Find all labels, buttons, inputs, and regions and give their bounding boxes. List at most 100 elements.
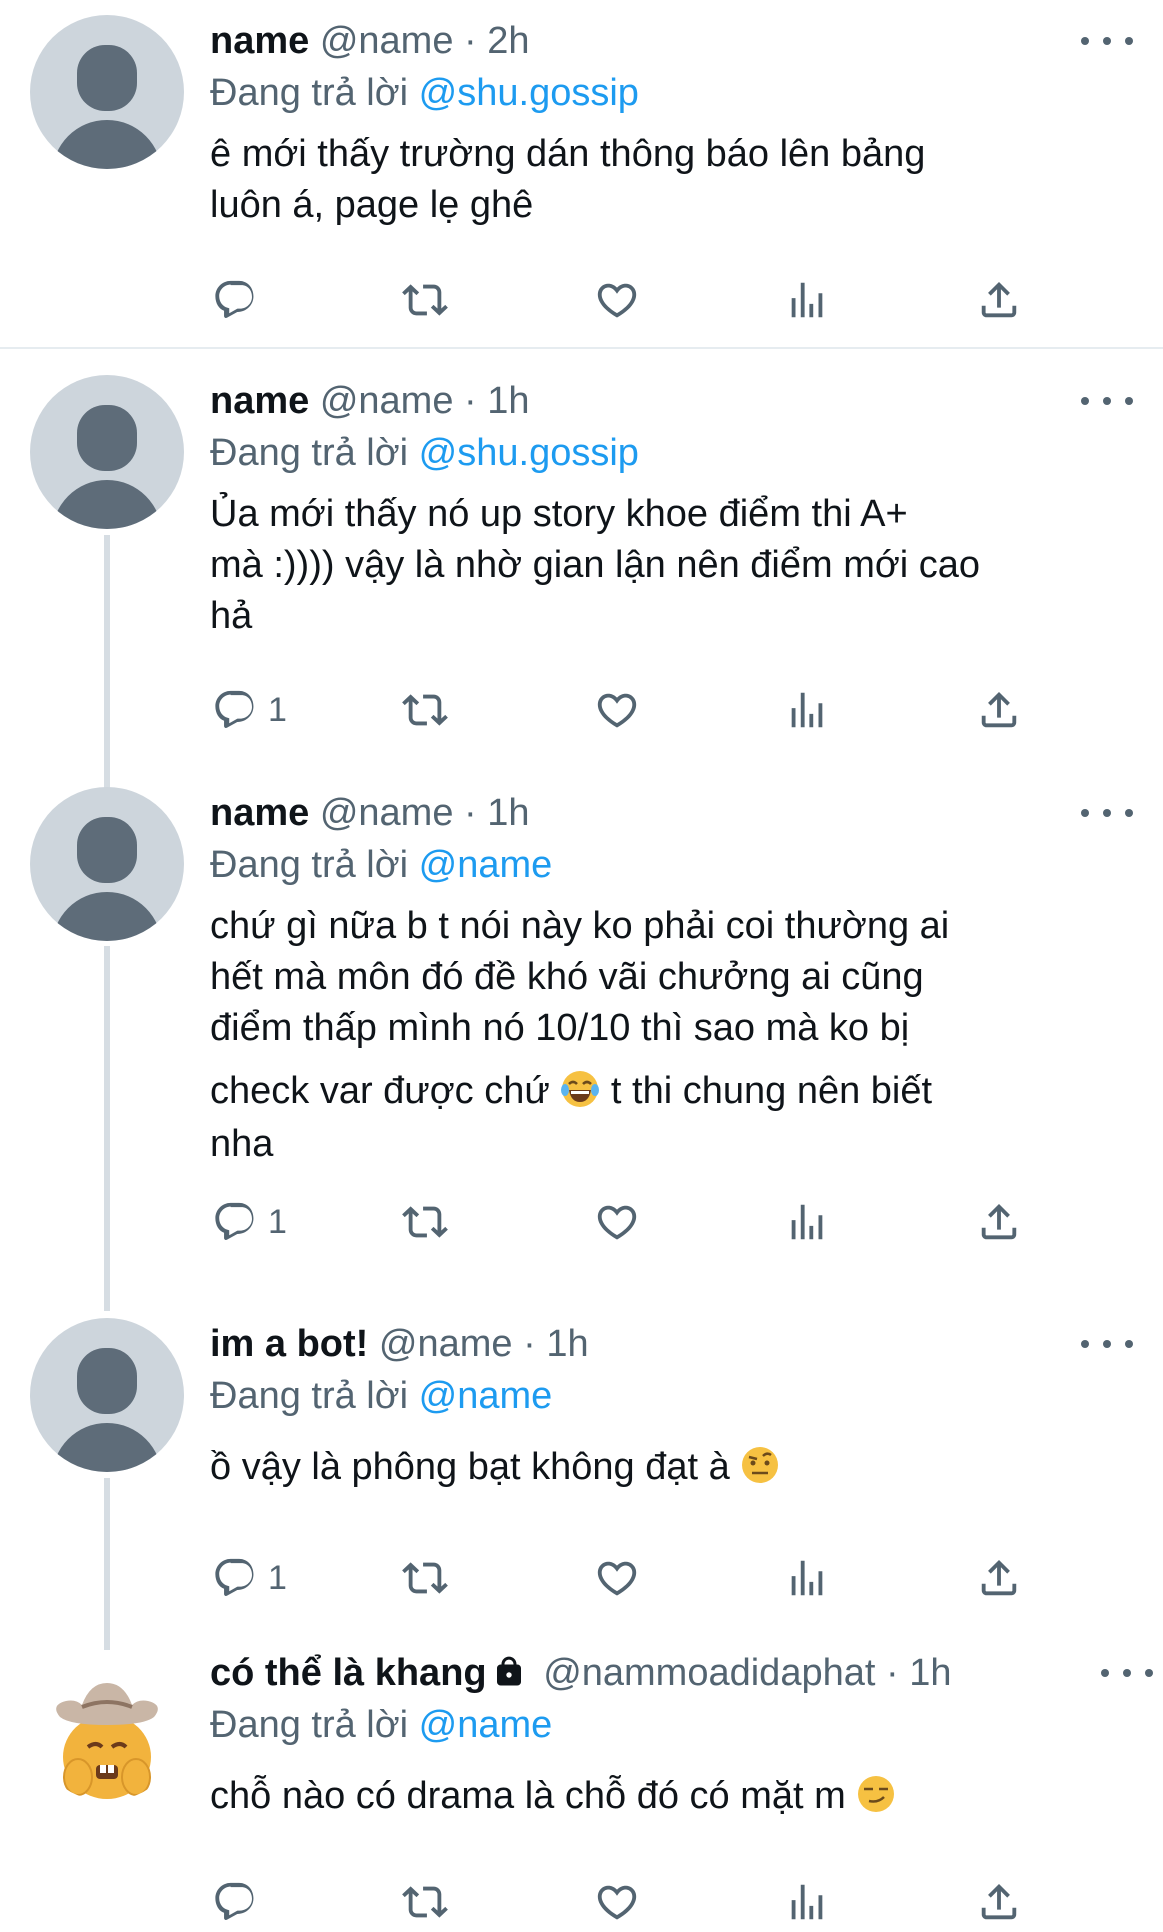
more-icon[interactable] [1081, 1318, 1133, 1370]
handle[interactable]: @name [320, 792, 454, 834]
timestamp[interactable]: 2h [487, 20, 529, 62]
views-button[interactable] [784, 270, 830, 330]
handle[interactable]: @name [379, 1323, 513, 1365]
reply-button[interactable]: 1 [212, 680, 287, 740]
avatar[interactable] [30, 787, 184, 941]
like-button[interactable] [594, 1872, 640, 1932]
reply-count: 1 [268, 1202, 287, 1241]
handle[interactable]: @name [320, 20, 454, 62]
tweet-header: name @name · 1h [210, 787, 1143, 839]
reply-button[interactable]: 1 [212, 1548, 287, 1608]
display-name[interactable]: name [210, 380, 309, 422]
tweet[interactable]: có thể là khang @nammoadidaphat · 1h Đan… [0, 1632, 1163, 1920]
more-icon[interactable] [1081, 15, 1133, 67]
retweet-icon [402, 1555, 448, 1601]
like-button[interactable] [594, 1548, 640, 1608]
views-icon [784, 687, 830, 733]
share-button[interactable] [976, 1872, 1022, 1932]
reply-icon [212, 1555, 258, 1601]
reply-button[interactable]: 1 [212, 1192, 287, 1252]
views-icon [784, 277, 830, 323]
share-button[interactable] [976, 680, 1022, 740]
retweet-icon [402, 1199, 448, 1245]
retweet-button[interactable] [402, 1872, 448, 1932]
display-name[interactable]: name [210, 792, 309, 834]
like-button[interactable] [594, 680, 640, 740]
reply-icon [212, 687, 258, 733]
tweet-header: có thể là khang @nammoadidaphat · 1h [210, 1647, 1153, 1699]
heart-icon [594, 277, 640, 323]
heart-icon [594, 687, 640, 733]
like-button[interactable] [594, 270, 640, 330]
heart-icon [594, 1199, 640, 1245]
timestamp[interactable]: 1h [546, 1323, 588, 1365]
action-bar: 1 [0, 1548, 1163, 1608]
timestamp[interactable]: 1h [487, 380, 529, 422]
reply-icon [212, 1199, 258, 1245]
share-button[interactable] [976, 1192, 1022, 1252]
action-bar: 1 [0, 1192, 1163, 1252]
views-button[interactable] [784, 1872, 830, 1932]
more-icon[interactable] [1081, 375, 1133, 427]
retweet-button[interactable] [402, 270, 448, 330]
avatar[interactable] [30, 15, 184, 169]
display-name[interactable]: im a bot! [210, 1323, 368, 1365]
tweet-text: Ủa mới thấy nó up story khoe điểm thi A+… [210, 493, 981, 637]
more-icon[interactable] [1101, 1647, 1153, 1699]
reply-to: Đang trả lời @name [210, 844, 553, 886]
avatar[interactable] [30, 1647, 184, 1801]
mention-link[interactable]: @shu.gossip [419, 432, 639, 474]
reply-button[interactable] [212, 1872, 258, 1932]
tweet-text: ồ vậy là phông bạt không đạt à [210, 1442, 1143, 1493]
display-name[interactable]: name [210, 20, 309, 62]
share-icon [976, 1879, 1022, 1925]
mention-link[interactable]: @name [419, 1375, 553, 1417]
reply-count: 1 [268, 1558, 287, 1597]
share-icon [976, 1199, 1022, 1245]
handle[interactable]: @nammoadidaphat [543, 1652, 875, 1694]
tweet-text: ê mới thấy trường dán thông báo lên bảng… [210, 133, 926, 226]
tweet[interactable]: im a bot! @name · 1h Đang trả lời @name … [0, 1303, 1163, 1623]
reply-to: Đang trả lời @name [210, 1704, 553, 1746]
avatar[interactable] [30, 1318, 184, 1472]
display-name[interactable]: có thể là khang [210, 1652, 487, 1694]
avatar[interactable] [30, 375, 184, 529]
mention-link[interactable]: @shu.gossip [419, 72, 639, 114]
tweet[interactable]: name @name · 2h Đang trả lời @shu.gossip… [0, 0, 1163, 345]
reply-count: 1 [268, 690, 287, 729]
retweet-icon [402, 1879, 448, 1925]
retweet-button[interactable] [402, 1548, 448, 1608]
reply-to: Đang trả lời @name [210, 1375, 553, 1417]
tweet-header: name @name · 1h [210, 375, 1143, 427]
retweet-icon [402, 687, 448, 733]
cowboy-emoji-avatar [56, 1683, 158, 1799]
reply-button[interactable] [212, 270, 258, 330]
reply-to: Đang trả lời @shu.gossip [210, 432, 639, 474]
tweet[interactable]: name @name · 1h Đang trả lời @name chứ g… [0, 772, 1163, 1292]
tweet-text: chứ gì nữa b t nói này ko phải coi thườn… [210, 905, 950, 1165]
divider [0, 347, 1163, 349]
timestamp[interactable]: 1h [909, 1652, 951, 1694]
views-button[interactable] [784, 680, 830, 740]
handle[interactable]: @name [320, 380, 454, 422]
reply-icon [212, 277, 258, 323]
timestamp[interactable]: 1h [487, 792, 529, 834]
retweet-button[interactable] [402, 1192, 448, 1252]
views-button[interactable] [784, 1192, 830, 1252]
mention-link[interactable]: @name [419, 844, 553, 886]
share-button[interactable] [976, 270, 1022, 330]
reply-to: Đang trả lời @shu.gossip [210, 72, 639, 114]
share-button[interactable] [976, 1548, 1022, 1608]
more-icon[interactable] [1081, 787, 1133, 839]
smirking-face-emoji [858, 1776, 895, 1812]
lock-icon [496, 1656, 521, 1686]
mention-link[interactable]: @name [419, 1704, 553, 1746]
views-icon [784, 1199, 830, 1245]
retweet-button[interactable] [402, 680, 448, 740]
tweet[interactable]: name @name · 1h Đang trả lời @shu.gossip… [0, 360, 1163, 760]
views-icon [784, 1555, 830, 1601]
reply-icon [212, 1879, 258, 1925]
views-icon [784, 1879, 830, 1925]
views-button[interactable] [784, 1548, 830, 1608]
like-button[interactable] [594, 1192, 640, 1252]
